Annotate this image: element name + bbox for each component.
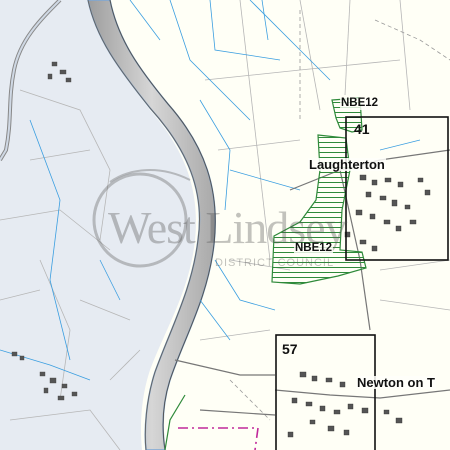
watermark-subtitle: DISTRICT COUNCIL bbox=[215, 257, 335, 269]
sheet-label-57[interactable]: 57 bbox=[282, 342, 298, 356]
place-label-newton: Newton on T bbox=[356, 375, 436, 390]
settlement-laughterton bbox=[344, 174, 431, 252]
designation-label-south: NBE12 bbox=[294, 242, 334, 255]
dashdot-boundary bbox=[178, 427, 259, 450]
place-label-laughterton: Laughterton bbox=[308, 157, 386, 172]
green-boundary-south bbox=[164, 394, 186, 450]
map-canvas[interactable]: West Lindsey DISTRICT COUNCIL NBE12 NBE1… bbox=[0, 0, 450, 450]
designation-label-north: NBE12 bbox=[340, 97, 380, 110]
sheet-frame-41 bbox=[345, 116, 449, 261]
sheet-label-41[interactable]: 41 bbox=[354, 122, 370, 136]
